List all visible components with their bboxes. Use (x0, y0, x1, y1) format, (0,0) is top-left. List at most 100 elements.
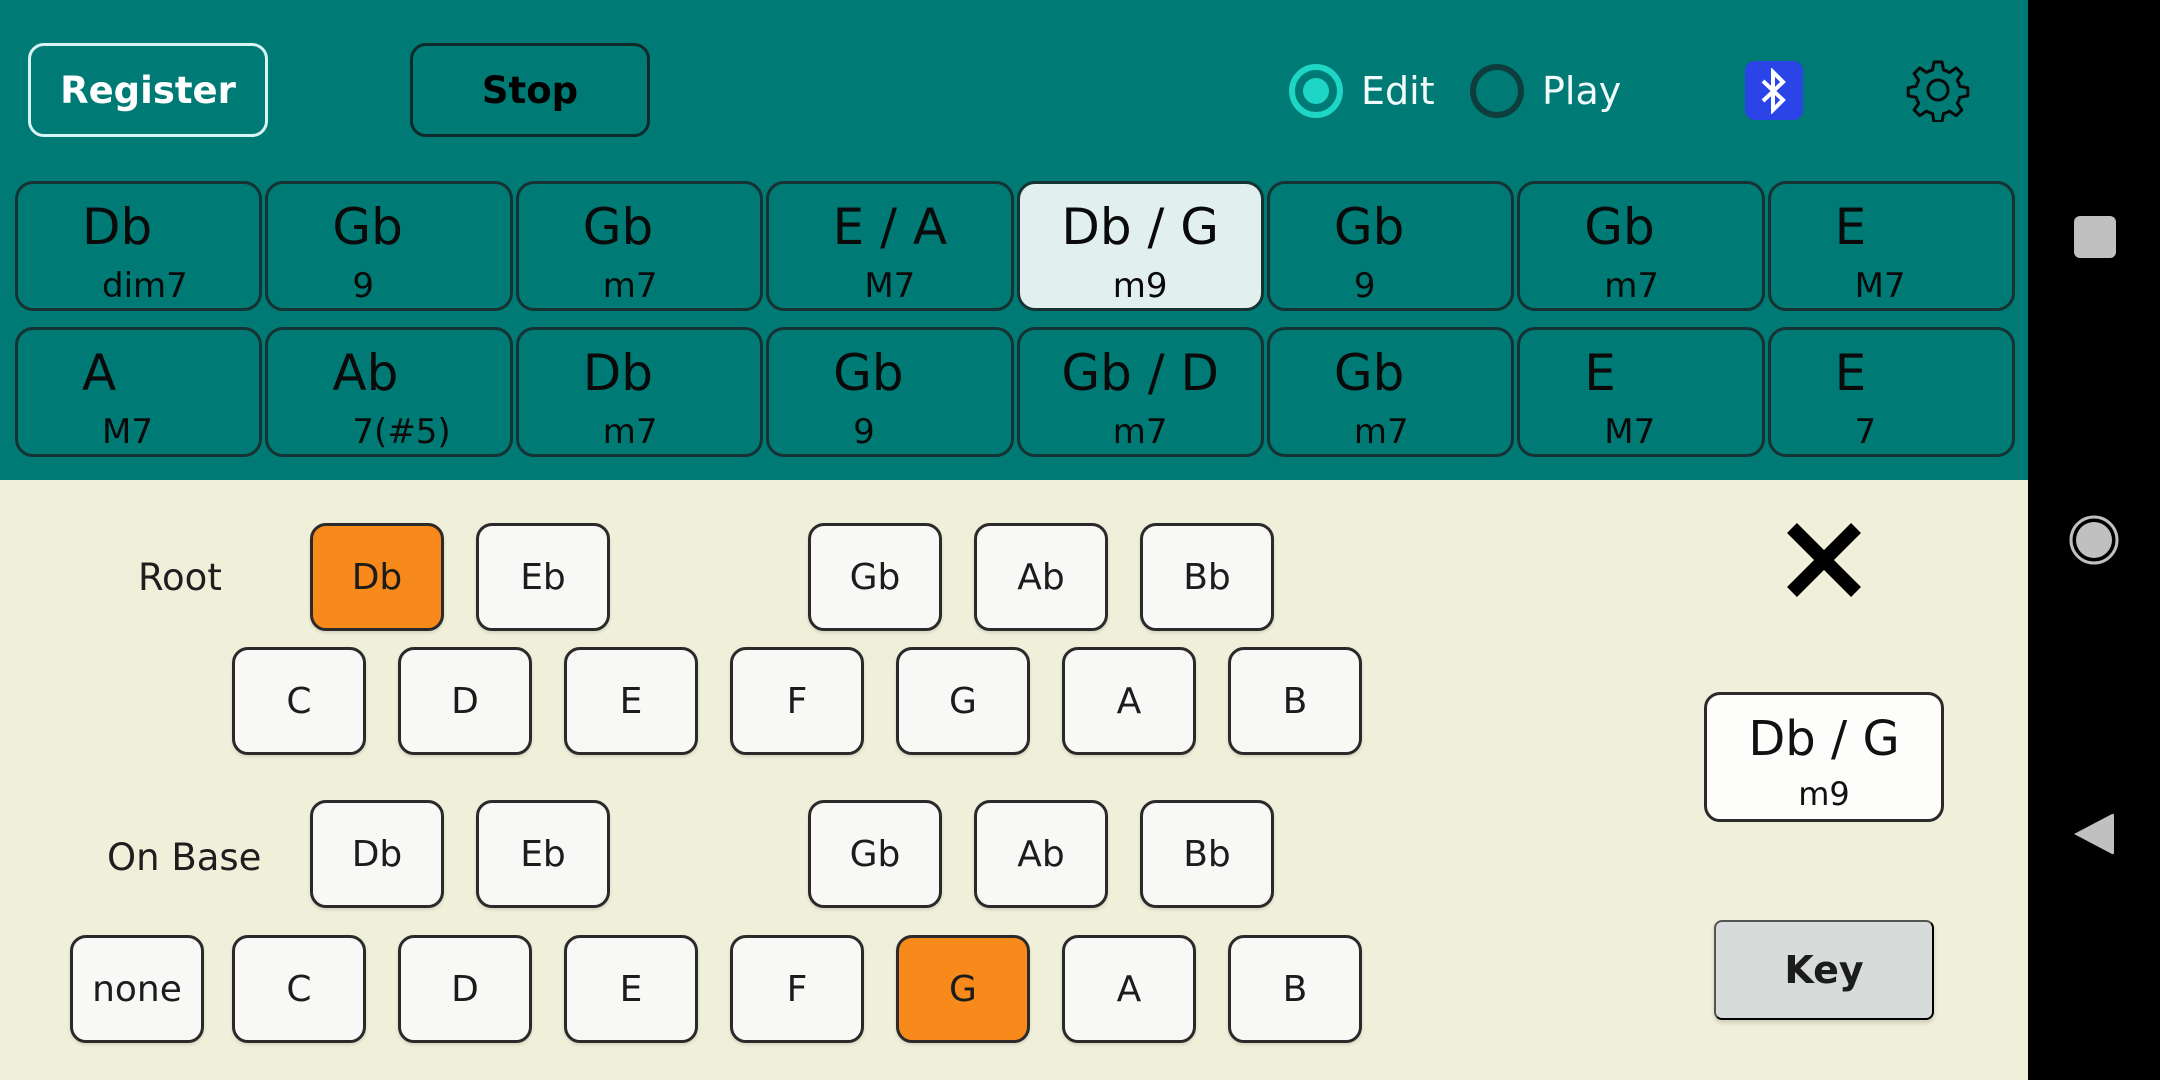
chord-root: Gb (1333, 198, 1405, 256)
on-base-key-e[interactable]: E (564, 935, 698, 1043)
chord-cell[interactable]: Gb m7 (1517, 181, 1765, 311)
chord-cell[interactable]: Gb 9 (1266, 181, 1515, 311)
on-base-key-bb[interactable]: Bb (1140, 800, 1274, 908)
root-key-d[interactable]: D (398, 647, 532, 755)
on-base-key-none[interactable]: none (70, 935, 204, 1043)
chord-cell[interactable]: Db m7 (515, 327, 764, 457)
root-key-ab[interactable]: Ab (974, 523, 1108, 631)
on-base-key-gb[interactable]: Gb (808, 800, 942, 908)
root-key-e[interactable]: E (564, 647, 698, 755)
chord-quality: m7 (1604, 266, 1660, 306)
settings-button[interactable] (1906, 58, 1970, 122)
root-key-f[interactable]: F (730, 647, 864, 755)
chord-root: Ab (332, 344, 399, 402)
chord-cell[interactable]: Ab 7(#5) (265, 327, 513, 457)
mode-radio-label: Play (1542, 69, 1622, 113)
on-base-key-ab[interactable]: Ab (974, 800, 1108, 908)
on-base-key-c[interactable]: C (232, 935, 366, 1043)
chord-cell[interactable]: E / A M7 (766, 181, 1014, 311)
chord-quality: 9 (1353, 266, 1376, 306)
triangle-back-icon (2074, 813, 2114, 855)
chord-root: Gb (332, 198, 403, 256)
chord-quality: M7 (1604, 412, 1656, 452)
root-key-c[interactable]: C (232, 647, 366, 755)
mode-radio-edit[interactable]: Edit (1289, 62, 1435, 120)
circle-icon (2069, 515, 2119, 565)
chord-quality: M7 (1854, 266, 1906, 306)
mode-radio-label: Edit (1361, 69, 1435, 113)
chord-root: Db / G (1061, 198, 1219, 256)
chord-root: Gb (1333, 344, 1405, 402)
chord-root: Gb (582, 198, 654, 256)
chord-cell[interactable]: Db / G m9 (1016, 181, 1264, 311)
on-base-key-b[interactable]: B (1228, 935, 1362, 1043)
chord-cell[interactable]: E M7 (1767, 181, 2015, 311)
chord-cell[interactable]: Gb / D m7 (1016, 327, 1264, 457)
chord-quality: 9 (352, 266, 375, 306)
chord-root: Gb (1584, 198, 1655, 256)
on-base-key-a[interactable]: A (1062, 935, 1196, 1043)
chord-quality: 7(#5) (352, 412, 451, 452)
chord-root: Db (82, 198, 153, 256)
chord-editor-app: Register Stop Edit Play Db dim7 Gb 9 Gb m7 E /… (0, 0, 2028, 1080)
key-button[interactable]: Key (1714, 920, 1934, 1020)
chord-quality: m7 (602, 412, 658, 452)
chord-cell[interactable]: Gb m7 (515, 181, 764, 311)
root-label: Root (138, 556, 222, 599)
on-base-key-d[interactable]: D (398, 935, 532, 1043)
mode-radio-play[interactable]: Play (1470, 62, 1621, 120)
chord-quality: m7 (602, 266, 658, 306)
radio-unselected-icon (1470, 64, 1524, 118)
radio-selected-icon (1289, 64, 1343, 118)
chord-root: E / A (832, 198, 948, 256)
chord-root: Gb / D (1061, 344, 1219, 402)
chord-quality: M7 (864, 266, 916, 306)
chord-cell[interactable]: E M7 (1517, 327, 1765, 457)
chord-root: Db (582, 344, 653, 402)
current-chord-root: Db / G (1748, 711, 1900, 767)
root-key-gb[interactable]: Gb (808, 523, 942, 631)
chord-quality: m7 (1353, 412, 1409, 452)
chord-root: E (1834, 198, 1867, 256)
chord-quality: dim7 (102, 266, 188, 306)
on-base-label: On Base (107, 836, 262, 879)
close-icon (1787, 523, 1861, 597)
recents-button[interactable] (2074, 216, 2116, 258)
chord-quality: M7 (102, 412, 153, 452)
root-key-a[interactable]: A (1062, 647, 1196, 755)
root-key-b[interactable]: B (1228, 647, 1362, 755)
on-base-key-g[interactable]: G (896, 935, 1030, 1043)
chord-cell[interactable]: E7 (1767, 327, 2015, 457)
chord-quality: m7 (1112, 412, 1168, 452)
root-key-g[interactable]: G (896, 647, 1030, 755)
chord-cell[interactable]: Gb 9 (265, 181, 513, 311)
on-base-key-db[interactable]: Db (310, 800, 444, 908)
chord-cell[interactable]: A M7 (15, 327, 263, 457)
chord-quality: 9 (853, 412, 875, 452)
on-base-key-f[interactable]: F (730, 935, 864, 1043)
root-key-eb[interactable]: Eb (476, 523, 610, 631)
stop-button[interactable]: Stop (410, 43, 650, 137)
current-chord-display: Db / G m9 (1704, 692, 1944, 822)
chord-quality: 7 (1854, 412, 1877, 452)
root-key-db[interactable]: Db (310, 523, 444, 631)
home-button[interactable] (2068, 514, 2120, 566)
on-base-key-eb[interactable]: Eb (476, 800, 610, 908)
chord-row-2: A M7 Ab 7(#5) Db m7 Gb 9 Gb / Dm7 Gb m7 E M7 E 7 (15, 327, 2015, 457)
chord-cell[interactable]: Gb m7 (1266, 327, 1515, 457)
gear-icon (1906, 60, 1970, 122)
bluetooth-button[interactable] (1745, 61, 1803, 120)
close-button[interactable] (1782, 518, 1866, 602)
android-nav-bar (2028, 0, 2160, 1080)
chord-quality: m9 (1112, 266, 1168, 306)
chord-root: A (82, 344, 117, 402)
chord-cell[interactable]: Gb 9 (766, 327, 1014, 457)
chord-root: E (1834, 344, 1867, 402)
chord-cell[interactable]: Db dim7 (15, 181, 263, 311)
current-chord-quality: m9 (1798, 775, 1850, 813)
root-key-bb[interactable]: Bb (1140, 523, 1274, 631)
chord-row-1: Db dim7 Gb 9 Gb m7 E / A M7 Db / G m9 Gb 9 Gb m7 E M7 (15, 181, 2015, 311)
back-button[interactable] (2068, 808, 2120, 860)
register-button[interactable]: Register (28, 43, 268, 137)
bluetooth-icon (1761, 67, 1786, 114)
